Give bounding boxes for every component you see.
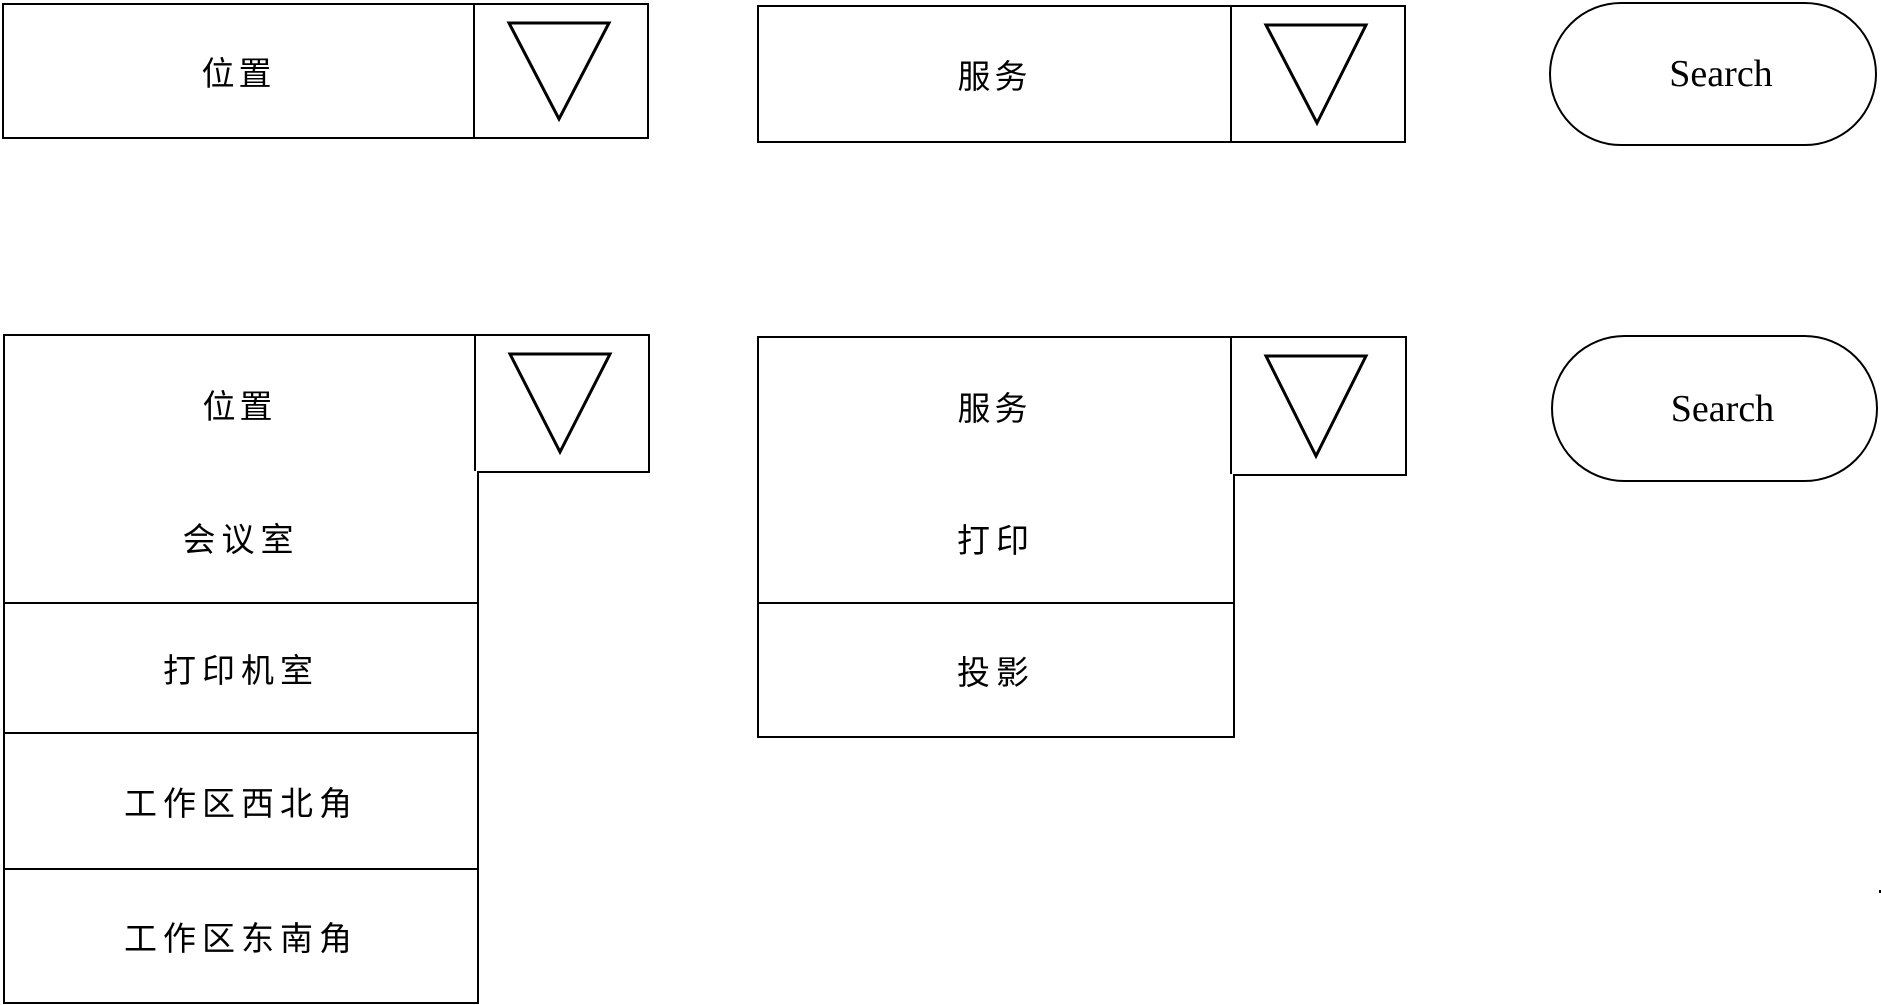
location-select-collapsed[interactable]: 位置 [2,3,649,139]
search-button-label: Search [1669,53,1773,95]
service-select-expanded[interactable]: 服务 [757,336,1407,476]
location-option[interactable]: 打印机室 [5,602,477,732]
service-select-value[interactable]: 服务 [759,338,1230,474]
service-option[interactable]: 打印 [759,474,1233,602]
option-label: 工作区西北角 [124,784,358,823]
triangle-down-icon [1263,354,1369,460]
service-options-list: 打印 投影 [757,474,1235,738]
search-button-top[interactable]: Search [1549,2,1877,146]
option-label: 投影 [957,653,1035,692]
service-option[interactable]: 投影 [759,602,1233,736]
service-select-label: 服务 [957,57,1032,96]
location-select-expanded[interactable]: 位置 [3,334,650,473]
option-label: 工作区东南角 [124,919,358,958]
location-select-value[interactable]: 位置 [4,5,473,137]
location-select-value[interactable]: 位置 [5,336,474,471]
service-select-toggle[interactable] [1230,338,1405,474]
service-select-toggle[interactable] [1230,7,1404,141]
triangle-down-icon [506,21,612,123]
location-select-toggle[interactable] [473,5,647,137]
option-label: 打印机室 [163,651,319,690]
option-label: 会议室 [182,519,300,559]
location-select-label: 位置 [202,386,277,426]
location-option[interactable]: 会议室 [5,471,477,602]
location-select-toggle[interactable] [474,336,648,471]
search-button-bottom[interactable]: Search [1551,335,1878,482]
location-option[interactable]: 工作区东南角 [5,868,477,1002]
service-select-label: 服务 [957,389,1032,428]
service-select-value[interactable]: 服务 [759,7,1230,141]
triangle-down-icon [507,352,613,456]
search-button-label: Search [1670,387,1775,430]
location-option[interactable]: 工作区西北角 [5,732,477,868]
triangle-down-icon [1263,23,1369,127]
option-label: 打印 [957,521,1035,560]
service-select-collapsed[interactable]: 服务 [757,5,1406,143]
location-select-label: 位置 [201,54,276,93]
location-options-list: 会议室 打印机室 工作区西北角 工作区东南角 [3,471,479,1004]
